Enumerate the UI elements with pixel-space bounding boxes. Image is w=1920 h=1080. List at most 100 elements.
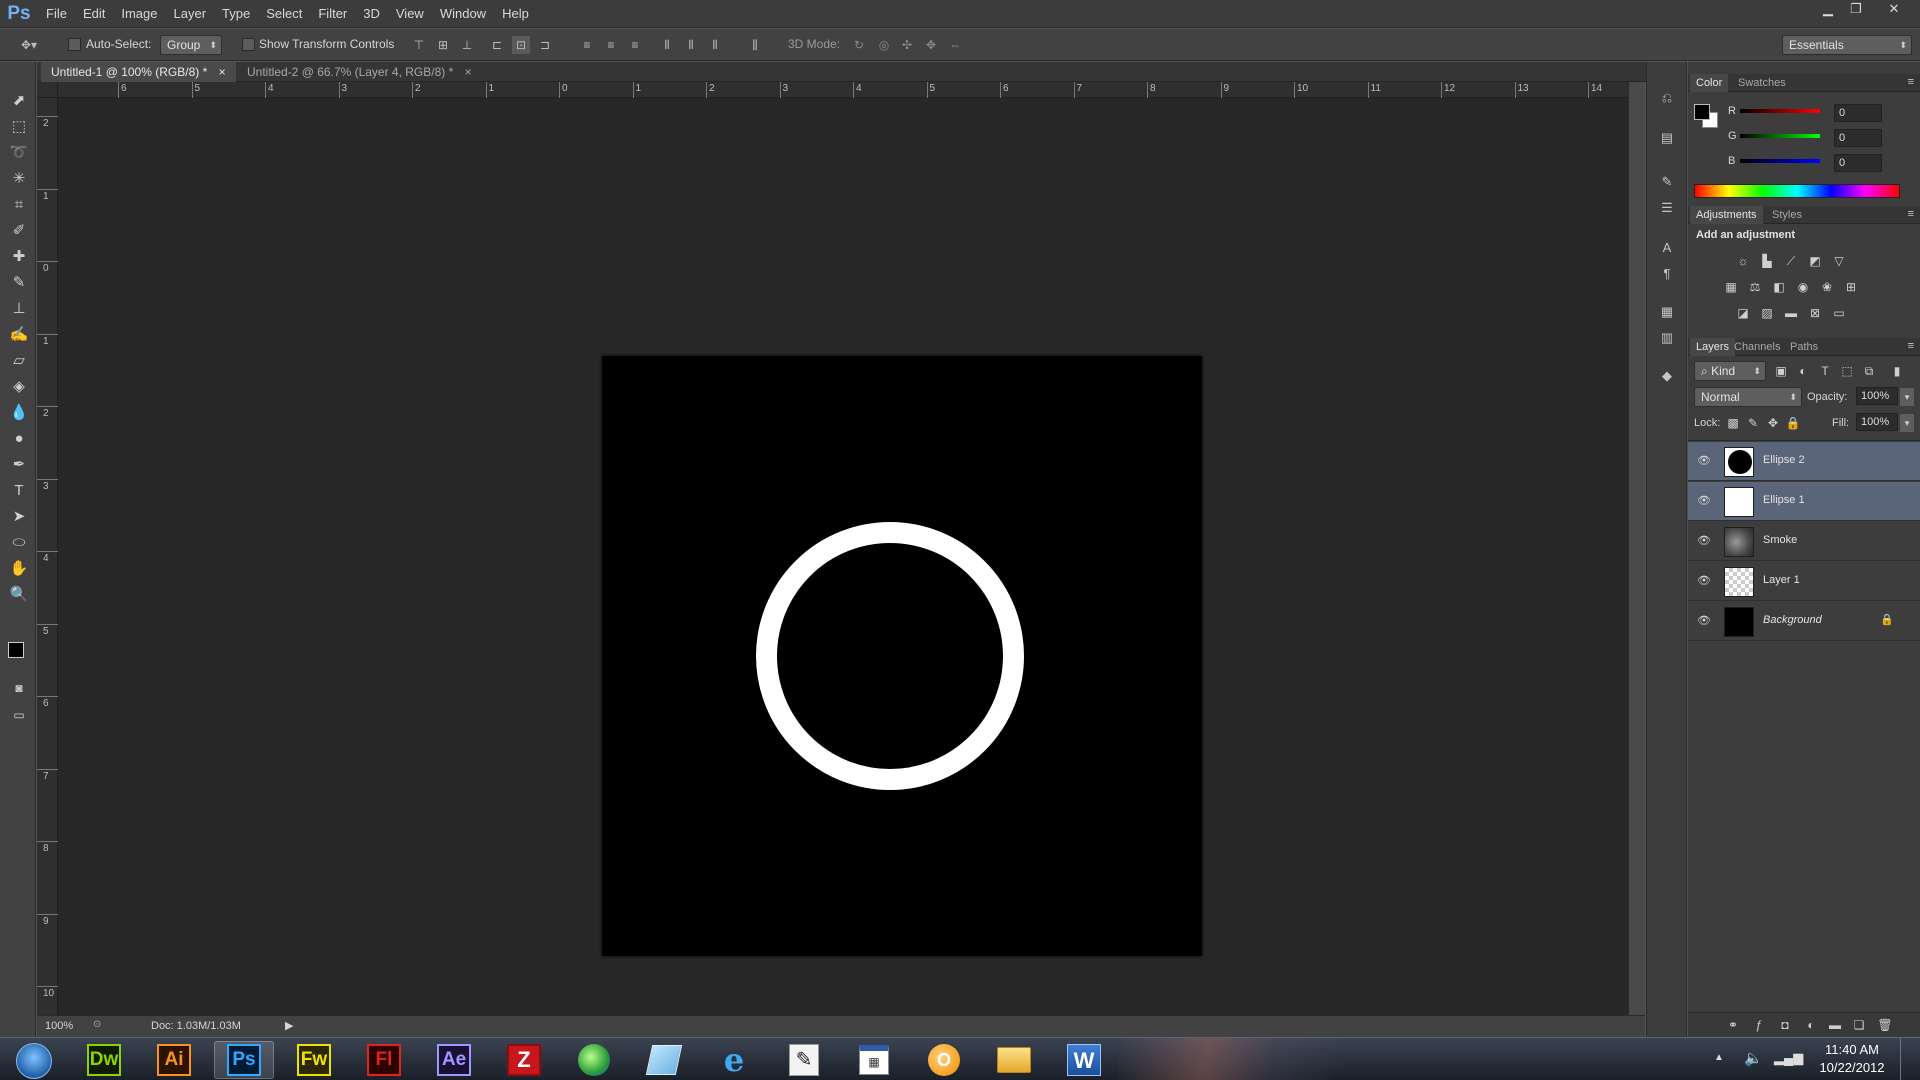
- crop-tool-icon[interactable]: ⌗: [8, 194, 30, 216]
- align-hcenter-icon[interactable]: ⊡: [512, 36, 530, 54]
- menu-layer[interactable]: Layer: [166, 0, 215, 28]
- doc-tab-untitled-1[interactable]: Untitled-1 @ 100% (RGB/8) * ×: [41, 62, 236, 82]
- layer-style-icon[interactable]: ƒ: [1750, 1016, 1768, 1034]
- visibility-eye-icon[interactable]: 👁: [1696, 574, 1712, 588]
- menu-3d[interactable]: 3D: [355, 0, 388, 28]
- taskbar-filezilla[interactable]: Z: [494, 1041, 554, 1079]
- new-adjustment-icon[interactable]: ◐: [1802, 1016, 1820, 1034]
- gradient-map-icon[interactable]: ▭: [1830, 304, 1848, 322]
- tab-channels[interactable]: Channels: [1728, 338, 1786, 356]
- layer-name[interactable]: Ellipse 1: [1763, 494, 1805, 506]
- quick-mask-icon[interactable]: ◙: [8, 677, 30, 699]
- menu-filter[interactable]: Filter: [310, 0, 355, 28]
- align-bottom-icon[interactable]: ⊥: [458, 36, 476, 54]
- brightness-contrast-icon[interactable]: ☼: [1734, 252, 1752, 270]
- horizontal-ruler[interactable]: 6 5 4 3 2 1 0 1 2 3 4 5 6 7 8 9 10 11 12 13 14: [58, 82, 1628, 98]
- distribute-top-icon[interactable]: ≡: [578, 36, 596, 54]
- tab-swatches[interactable]: Swatches: [1732, 74, 1792, 92]
- restore-button[interactable]: ❐: [1842, 0, 1870, 18]
- canvas-area[interactable]: [58, 98, 1628, 1015]
- minimize-button[interactable]: ▁: [1814, 0, 1842, 18]
- show-desktop-button[interactable]: [1900, 1038, 1920, 1080]
- taskbar-outlook[interactable]: O: [914, 1041, 974, 1079]
- layer-name[interactable]: Layer 1: [1763, 574, 1800, 586]
- new-layer-icon[interactable]: ❏: [1850, 1016, 1868, 1034]
- 3d-rotate-icon[interactable]: ↻: [850, 36, 868, 54]
- taskbar-word[interactable]: W: [1054, 1041, 1114, 1079]
- taskbar-photoshop[interactable]: Ps: [214, 1041, 274, 1079]
- tab-adjustments[interactable]: Adjustments: [1690, 206, 1763, 224]
- add-mask-icon[interactable]: ◘: [1776, 1016, 1794, 1034]
- blur-tool-icon[interactable]: 💧: [8, 402, 30, 424]
- healing-brush-tool-icon[interactable]: ✚: [8, 246, 30, 268]
- vibrance-icon[interactable]: ▽: [1830, 252, 1848, 270]
- exposure-icon[interactable]: ◩: [1806, 252, 1824, 270]
- layer-name[interactable]: Background: [1763, 614, 1822, 626]
- distribute-bottom-icon[interactable]: ≡: [626, 36, 644, 54]
- zoom-level[interactable]: 100%: [45, 1020, 73, 1032]
- align-vcenter-icon[interactable]: ⊞: [434, 36, 452, 54]
- color-lookup-icon[interactable]: ⊞: [1842, 278, 1860, 296]
- marquee-tool-icon[interactable]: ⬚: [8, 116, 30, 138]
- distribute-right-icon[interactable]: ⫴: [706, 36, 724, 54]
- taskbar-fireworks[interactable]: Fw: [284, 1041, 344, 1079]
- taskbar-notes-app[interactable]: [634, 1041, 694, 1079]
- delete-layer-icon[interactable]: 🗑: [1876, 1016, 1894, 1034]
- pen-tool-icon[interactable]: ✒: [8, 454, 30, 476]
- fill-dropdown-arrow-icon[interactable]: ▾: [1900, 414, 1914, 432]
- filter-pixel-icon[interactable]: ▣: [1772, 362, 1790, 380]
- taskbar-editor-app[interactable]: ✎: [774, 1041, 834, 1079]
- tool-presets-icon[interactable]: ▦: [1657, 302, 1677, 322]
- channel-mixer-icon[interactable]: ❀: [1818, 278, 1836, 296]
- doc-tab-untitled-2[interactable]: Untitled-2 @ 66.7% (Layer 4, RGB/8) * ×: [237, 62, 482, 82]
- levels-icon[interactable]: ▙: [1758, 252, 1776, 270]
- ruler-origin[interactable]: [37, 82, 58, 98]
- taskbar-explorer[interactable]: [984, 1041, 1044, 1079]
- close-window-button[interactable]: ✕: [1880, 0, 1908, 18]
- lasso-tool-icon[interactable]: ➰: [8, 142, 30, 164]
- taskbar-illustrator[interactable]: Ai: [144, 1041, 204, 1079]
- opacity-value[interactable]: 100%: [1856, 387, 1898, 405]
- layer-row-smoke[interactable]: 👁 Smoke: [1688, 522, 1920, 561]
- menu-window[interactable]: Window: [432, 0, 494, 28]
- hand-tool-icon[interactable]: ✋: [8, 558, 30, 580]
- taskbar-flash[interactable]: Fl: [354, 1041, 414, 1079]
- status-info-icon[interactable]: ⊙: [93, 1019, 101, 1030]
- clock-date[interactable]: 10/22/2012: [1812, 1060, 1892, 1075]
- 3d-slide-icon[interactable]: ✥: [922, 36, 940, 54]
- tab-color[interactable]: Color: [1690, 74, 1729, 92]
- history-panel-icon[interactable]: ⎌: [1657, 88, 1677, 108]
- paint-bucket-tool-icon[interactable]: ◈: [8, 376, 30, 398]
- auto-align-icon[interactable]: ⫼: [746, 36, 764, 54]
- document-canvas[interactable]: [602, 356, 1202, 956]
- filter-type-icon[interactable]: T: [1816, 362, 1834, 380]
- visibility-eye-icon[interactable]: 👁: [1696, 614, 1712, 628]
- vertical-ruler[interactable]: 2 1 0 1 2 3 4 5 6 7 8 9 10: [37, 98, 58, 1015]
- paragraph-panel-icon[interactable]: ¶: [1657, 264, 1677, 284]
- selective-color-icon[interactable]: ⊠: [1806, 304, 1824, 322]
- menu-file[interactable]: File: [38, 0, 75, 28]
- properties-panel-icon[interactable]: ▤: [1657, 128, 1677, 148]
- link-layers-icon[interactable]: ⚭: [1724, 1016, 1742, 1034]
- menu-view[interactable]: View: [388, 0, 432, 28]
- close-tab-icon[interactable]: ×: [219, 65, 226, 79]
- path-selection-tool-icon[interactable]: ➤: [8, 506, 30, 528]
- color-fg-swatch[interactable]: [1694, 104, 1710, 120]
- color-spectrum-ramp[interactable]: [1694, 184, 1900, 198]
- taskbar-dreamweaver[interactable]: Dw: [74, 1041, 134, 1079]
- tab-styles[interactable]: Styles: [1766, 206, 1808, 224]
- notes-panel-icon[interactable]: ▥: [1657, 328, 1677, 348]
- filter-adjustment-icon[interactable]: ◐: [1794, 362, 1812, 380]
- 3d-roll-icon[interactable]: ◎: [875, 36, 893, 54]
- dodge-tool-icon[interactable]: ●: [8, 428, 30, 450]
- vertical-scrollbar[interactable]: [1628, 82, 1645, 1015]
- character-panel-icon[interactable]: A: [1657, 238, 1677, 258]
- layer-filter-dropdown[interactable]: ⌕ Kind: [1694, 361, 1766, 381]
- brush-presets-icon[interactable]: ☰: [1657, 198, 1677, 218]
- clone-stamp-tool-icon[interactable]: ⊥: [8, 298, 30, 320]
- invert-icon[interactable]: ◪: [1734, 304, 1752, 322]
- menu-edit[interactable]: Edit: [75, 0, 113, 28]
- eraser-tool-icon[interactable]: ▱: [8, 350, 30, 372]
- magic-wand-tool-icon[interactable]: ✳: [8, 168, 30, 190]
- workspace-dropdown[interactable]: Essentials: [1782, 35, 1912, 55]
